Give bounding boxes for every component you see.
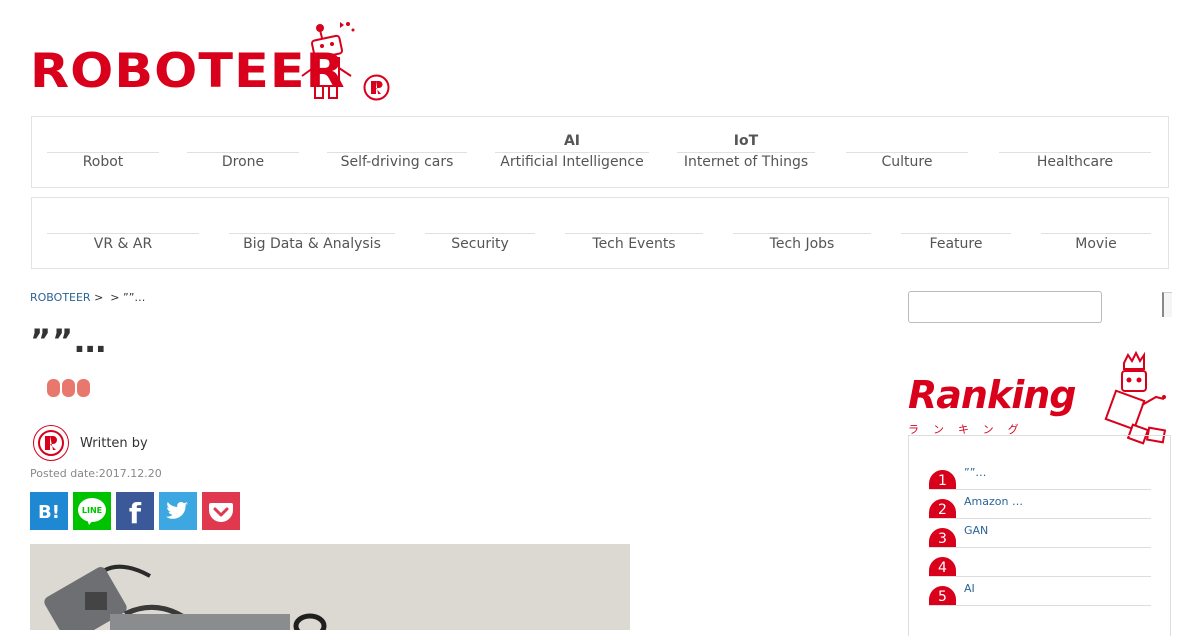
nav-item-healthcare[interactable]: Healthcare	[999, 117, 1151, 187]
line-icon: LINE	[78, 498, 106, 525]
nav-item-movie[interactable]: Movie	[1041, 198, 1151, 268]
posted-date: Posted date:2017.12.20	[30, 467, 162, 480]
author-avatar[interactable]	[33, 425, 69, 461]
article-hero-image	[30, 544, 630, 630]
twitter-share-button[interactable]	[159, 492, 197, 530]
ranking-title: Ranking	[908, 373, 1077, 417]
nav-item-drone[interactable]: Drone	[187, 117, 299, 187]
nav-item-label: Healthcare	[1036, 154, 1114, 170]
breadcrumb-separator: >	[94, 291, 104, 304]
nav-item-abbrev: IoT	[733, 133, 759, 149]
nav-item-vr-ar[interactable]: VR & AR	[47, 198, 199, 268]
twitter-icon	[165, 501, 188, 519]
nav-item-label: Self-driving cars	[340, 154, 454, 170]
line-share-button[interactable]: LINE	[73, 492, 111, 530]
robot-arm-photo	[30, 544, 630, 630]
facebook-icon: f	[129, 497, 142, 530]
rank-number-badge: 2	[929, 499, 956, 518]
ranking-list: 1 ””… 2 Amazon … 3 GAN 4 5 AI	[908, 435, 1171, 636]
rank-number-badge: 4	[929, 557, 956, 576]
ranking-item-link[interactable]: GAN	[964, 524, 988, 537]
svg-text:B!: B!	[38, 502, 60, 523]
nav-item-big-data[interactable]: Big Data & Analysis	[229, 198, 395, 268]
nav-item-label: Tech Jobs	[769, 236, 835, 252]
ranking-header: Ranking ランキング	[906, 345, 1170, 445]
nav-item-ai[interactable]: AI Artificial Intelligence	[495, 117, 649, 187]
nav-item-label: Culture	[881, 154, 933, 170]
rank-number-badge: 5	[929, 586, 956, 605]
pocket-icon	[209, 503, 233, 522]
nav-item-label: VR & AR	[93, 236, 153, 252]
nav-item-iot[interactable]: IoT Internet of Things	[677, 117, 815, 187]
hatena-bookmark-icon: B!	[38, 502, 60, 523]
breadcrumb-home-link[interactable]: ROBOTEER	[30, 291, 91, 304]
ranking-item[interactable]: 1 ””…	[929, 460, 1151, 490]
ranking-item[interactable]: 5 AI	[929, 576, 1151, 606]
nav-item-label: Internet of Things	[683, 154, 809, 170]
nav-item-tech-events[interactable]: Tech Events	[565, 198, 703, 268]
ranking-item-link[interactable]: ””…	[964, 466, 986, 479]
robot-mascot-icon	[1104, 350, 1167, 445]
hatena-bookmark-button[interactable]: B!	[30, 492, 68, 530]
breadcrumb-separator: >	[110, 291, 120, 304]
logo-badge-icon	[363, 74, 390, 101]
author-byline: Written by	[80, 436, 148, 451]
nav-item-feature[interactable]: Feature	[901, 198, 1011, 268]
nav-item-label: Feature	[929, 236, 983, 252]
site-logo[interactable]: ROBOTEER	[30, 18, 395, 104]
nav-item-label: Movie	[1075, 236, 1117, 252]
breadcrumb: ROBOTEER > > ””…	[30, 291, 145, 304]
robot-mascot-icon	[301, 22, 355, 99]
ranking-item[interactable]: 3 GAN	[929, 518, 1151, 548]
search-input[interactable]	[908, 291, 1102, 323]
nav-item-label: Big Data & Analysis	[243, 236, 381, 252]
category-nav-secondary: VR & AR Big Data & Analysis Security Tec…	[31, 197, 1169, 269]
rank-number-badge: 3	[929, 528, 956, 547]
nav-item-security[interactable]: Security	[425, 198, 535, 268]
author-logo-icon	[38, 430, 64, 456]
nav-item-robot[interactable]: Robot	[47, 117, 159, 187]
search-button[interactable]	[1162, 292, 1172, 317]
nav-item-self-driving-cars[interactable]: Self-driving cars	[327, 117, 467, 187]
svg-text:f: f	[129, 497, 142, 530]
nav-item-abbrev: AI	[563, 133, 581, 149]
facebook-share-button[interactable]: f	[116, 492, 154, 530]
category-nav-primary: Robot Drone Self-driving cars AI Artific…	[31, 116, 1169, 188]
rank-number-badge: 1	[929, 470, 956, 489]
breadcrumb-current: ””…	[123, 291, 146, 304]
nav-item-label: Artificial Intelligence	[500, 154, 644, 170]
nav-item-label: Tech Events	[592, 236, 676, 252]
nav-item-label: Drone	[221, 154, 265, 170]
ranking-item-link[interactable]: AI	[964, 582, 975, 595]
ranking-item[interactable]: 4	[929, 547, 1151, 577]
article-title: ””…	[30, 322, 108, 360]
nav-item-culture[interactable]: Culture	[846, 117, 968, 187]
title-decoration	[47, 379, 92, 401]
nav-item-label: Robot	[82, 154, 124, 170]
ranking-item[interactable]: 2 Amazon …	[929, 489, 1151, 519]
svg-text:LINE: LINE	[82, 506, 102, 515]
pocket-save-button[interactable]	[202, 492, 240, 530]
nav-item-tech-jobs[interactable]: Tech Jobs	[733, 198, 871, 268]
nav-item-label: Security	[451, 236, 509, 252]
ranking-item-link[interactable]: Amazon …	[964, 495, 1023, 508]
